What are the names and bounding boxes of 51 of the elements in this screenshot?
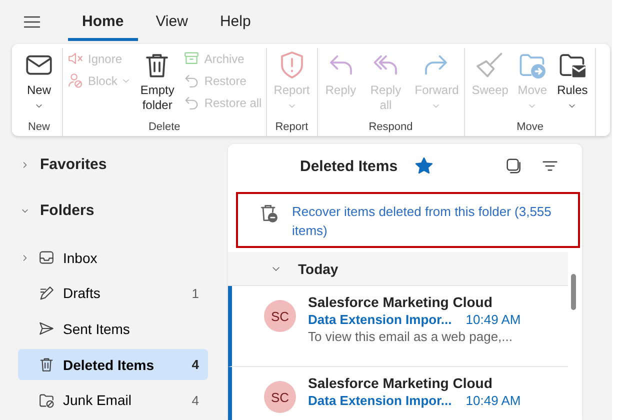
trash-icon: [38, 356, 55, 374]
undo-icon: [183, 72, 200, 89]
unread-count: 4: [192, 392, 199, 408]
recover-link[interactable]: Recover items deleted from this folder (3,555 items): [292, 202, 574, 240]
message-subject: Data Extension Impor...: [308, 312, 452, 327]
message-time: 10:49 AM: [466, 393, 521, 408]
avatar: SC: [264, 381, 296, 413]
pencil-icon: [38, 284, 55, 302]
folder-name: Deleted Items: [63, 356, 156, 373]
folder-section-header[interactable]: Folders: [0, 196, 215, 225]
folder-title: Deleted Items: [300, 158, 398, 174]
avatar: SC: [264, 300, 296, 332]
send-icon: [38, 320, 55, 338]
favorite-button[interactable]: [414, 156, 434, 176]
message-time: 10:49 AM: [466, 312, 521, 327]
message-subject: Data Extension Impor...: [308, 393, 452, 408]
folder-x-icon: [38, 392, 55, 409]
folder-item[interactable]: Sent Items: [18, 313, 208, 345]
ribbon-button[interactable]: Rules: [553, 48, 592, 121]
sender-name: Salesforce Marketing Cloud: [308, 375, 494, 391]
folder-item[interactable]: Drafts 1: [18, 278, 208, 310]
folder-name: Sent Items: [63, 320, 131, 337]
group-label: Respond: [368, 121, 413, 135]
people-icon: [67, 72, 84, 89]
ribbon-tab[interactable]: View: [142, 3, 202, 41]
tray-icon: [38, 249, 55, 266]
folder-item[interactable]: Inbox: [18, 242, 208, 274]
star-icon: [414, 156, 434, 176]
trash-restore-icon: [258, 202, 280, 224]
ribbon-tab[interactable]: Help: [206, 3, 265, 41]
group-label: New: [28, 121, 50, 135]
group-label: Delete: [148, 121, 180, 135]
speaker-icon: [67, 50, 84, 67]
message-preview: To view this email as a web page,...: [308, 329, 514, 344]
ribbon-button[interactable]: Empty folder: [133, 48, 182, 121]
sender-name: Salesforce Marketing Cloud: [308, 294, 494, 310]
group-header[interactable]: Today: [228, 252, 568, 286]
ribbon-tab[interactable]: Home: [68, 3, 138, 41]
unread-count: 4: [192, 357, 199, 372]
folder-section-header[interactable]: Favorites: [0, 150, 215, 179]
ribbon-button[interactable]: New: [20, 48, 58, 121]
undo-icon: [183, 94, 200, 111]
folder-item[interactable]: Junk Email 4: [18, 384, 208, 416]
folder-name: Junk Email: [63, 392, 132, 408]
folder-name: Drafts: [63, 285, 102, 302]
folder-item[interactable]: Deleted Items 4: [18, 348, 208, 380]
archive-icon: [183, 50, 200, 67]
group-label: Report: [275, 121, 308, 135]
unread-count: 1: [192, 286, 199, 301]
folder-name: Inbox: [63, 250, 98, 266]
group-label: Move: [516, 121, 544, 135]
